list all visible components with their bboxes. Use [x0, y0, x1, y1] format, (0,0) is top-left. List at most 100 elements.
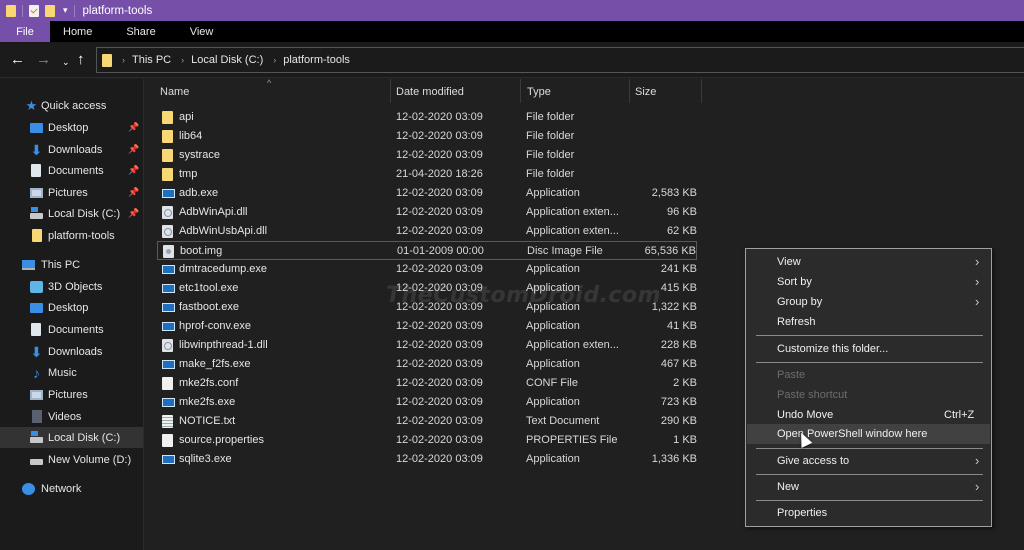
address-bar[interactable]: › This PC › Local Disk (C:) › platform-t… [96, 47, 1024, 73]
breadcrumb-this-pc[interactable]: This PC [132, 54, 171, 66]
navigation-bar: ← → ⌄ ↑ › This PC › Local Disk (C:) › pl… [0, 42, 1024, 78]
menu-item-label: Undo Move [777, 409, 834, 421]
folder-icon [162, 168, 173, 181]
sidebar-item-this-pc[interactable]: This PC [0, 254, 143, 275]
sidebar-item-local-disk-c[interactable]: Local Disk (C:) 📌 [0, 203, 143, 224]
file-row[interactable]: boot.img 01-01-2009 00:00 Disc Image File 6… [157, 241, 697, 260]
tab-share[interactable]: Share [109, 21, 172, 42]
sidebar-item-downloads[interactable]: ⬇ Downloads 📌 [0, 139, 143, 160]
file-row[interactable]: source.properties 12-02-2020 03:09 PROPERT… [157, 431, 697, 450]
file-row[interactable]: api 12-02-2020 03:09 File folder [157, 108, 697, 127]
menu-item-customize-this-folder[interactable]: Customize this folder... [747, 339, 990, 359]
menu-item-undo-move[interactable]: Undo Move Ctrl+Z [747, 405, 990, 425]
file-row[interactable]: systrace 12-02-2020 03:09 File folder [157, 146, 697, 165]
back-arrow-icon[interactable]: ← [10, 51, 25, 69]
file-row[interactable]: NOTICE.txt 12-02-2020 03:09 Text Document 2… [157, 412, 697, 431]
file-row[interactable]: AdbWinApi.dll 12-02-2020 03:09 Application… [157, 203, 697, 222]
menu-item-new[interactable]: New › [747, 477, 990, 497]
file-row[interactable]: mke2fs.conf 12-02-2020 03:09 CONF File 2 KB [157, 374, 697, 393]
pin-icon[interactable]: 📌 [128, 187, 139, 198]
file-row[interactable]: tmp 21-04-2020 18:26 File folder [157, 165, 697, 184]
menu-separator [756, 335, 983, 336]
breadcrumb-local-disk[interactable]: Local Disk (C:) [191, 54, 263, 66]
menu-item-view[interactable]: View › [747, 252, 990, 272]
sidebar-item-pictures[interactable]: Pictures 📌 [0, 182, 143, 203]
keyboard-shortcut: Ctrl+Z [944, 409, 975, 421]
menu-item-refresh[interactable]: Refresh [747, 312, 990, 332]
chevron-right-icon[interactable]: › [181, 55, 184, 65]
chevron-right-icon: › [975, 479, 980, 494]
sidebar-item-downloads[interactable]: ⬇ Downloads [0, 341, 143, 362]
file-date-modified: 12-02-2020 03:09 [396, 187, 483, 199]
recent-locations-chevron-icon[interactable]: ⌄ [62, 53, 70, 71]
file-row[interactable]: make_f2fs.exe 12-02-2020 03:09 Application… [157, 355, 697, 374]
file-size: 62 KB [667, 225, 697, 237]
file-date-modified: 12-02-2020 03:09 [396, 453, 483, 465]
column-header-type[interactable]: Type [527, 79, 551, 104]
sidebar-item-documents[interactable]: Documents [0, 319, 143, 340]
sidebar-item-desktop[interactable]: Desktop 📌 [0, 117, 143, 138]
file-icon [162, 377, 173, 390]
sidebar-item-music[interactable]: ♪ Music [0, 362, 143, 383]
application-icon [162, 455, 175, 464]
file-name: systrace [179, 149, 220, 161]
menu-item-group-by[interactable]: Group by › [747, 292, 990, 312]
menu-item-properties[interactable]: Properties [747, 503, 990, 523]
menu-item-sort-by[interactable]: Sort by › [747, 272, 990, 292]
file-row[interactable]: fastboot.exe 12-02-2020 03:09 Application 1… [157, 298, 697, 317]
folder-icon [102, 53, 112, 67]
file-row[interactable]: dmtracedump.exe 12-02-2020 03:09 Applicati… [157, 260, 697, 279]
file-row[interactable]: AdbWinUsbApi.dll 12-02-2020 03:09 Applicat… [157, 222, 697, 241]
window-title: platform-tools [82, 4, 153, 17]
sidebar-item-new-volume-d[interactable]: New Volume (D:) [0, 449, 143, 470]
column-divider[interactable] [390, 79, 391, 103]
sidebar-item-platform-tools[interactable]: platform-tools [0, 225, 143, 246]
up-arrow-icon[interactable]: ↑ [77, 51, 85, 69]
column-header-size[interactable]: Size [635, 79, 656, 104]
forward-arrow-icon[interactable]: → [36, 51, 51, 69]
pin-icon[interactable]: 📌 [128, 165, 139, 176]
menu-item-give-access-to[interactable]: Give access to › [747, 451, 990, 471]
folder-icon [162, 149, 173, 162]
pictures-icon [30, 187, 43, 198]
sidebar-item-quick-access[interactable]: ★ Quick access [0, 95, 143, 116]
sidebar-item-3d-objects[interactable]: 3D Objects [0, 276, 143, 297]
breadcrumb-platform-tools[interactable]: platform-tools [283, 54, 350, 66]
file-name: sqlite3.exe [179, 453, 232, 465]
tab-home[interactable]: Home [50, 21, 109, 42]
sidebar-item-local-disk-c[interactable]: Local Disk (C:) [0, 427, 143, 448]
sidebar-item-desktop[interactable]: Desktop [0, 297, 143, 318]
pin-icon[interactable]: 📌 [128, 144, 139, 155]
file-row[interactable]: mke2fs.exe 12-02-2020 03:09 Application 723… [157, 393, 697, 412]
file-row[interactable]: sqlite3.exe 12-02-2020 03:09 Application 1,… [157, 450, 697, 469]
file-row[interactable]: lib64 12-02-2020 03:09 File folder [157, 127, 697, 146]
pin-icon[interactable]: 📌 [128, 208, 139, 219]
sidebar-item-videos[interactable]: Videos [0, 406, 143, 427]
column-divider[interactable] [520, 79, 521, 103]
menu-item-label: Paste shortcut [777, 389, 848, 401]
music-icon: ♪ [33, 364, 40, 381]
application-icon [162, 284, 175, 293]
tab-file[interactable]: File [0, 21, 50, 42]
sidebar-item-pictures[interactable]: Pictures [0, 384, 143, 405]
chevron-right-icon[interactable]: › [122, 55, 125, 65]
file-type: Application [526, 320, 580, 332]
column-header-name[interactable]: Name [160, 79, 189, 104]
file-row[interactable]: etc1tool.exe 12-02-2020 03:09 Application 4… [157, 279, 697, 298]
file-row[interactable]: hprof-conv.exe 12-02-2020 03:09 Applicatio… [157, 317, 697, 336]
sidebar-item-documents[interactable]: Documents 📌 [0, 160, 143, 181]
properties-icon[interactable] [29, 4, 39, 17]
column-divider[interactable] [629, 79, 630, 103]
column-header-date-modified[interactable]: Date modified [396, 79, 464, 104]
customize-dropdown-icon[interactable]: ▾ [63, 6, 68, 15]
chevron-right-icon[interactable]: › [273, 55, 276, 65]
new-folder-icon[interactable] [45, 4, 55, 17]
pin-icon[interactable]: 📌 [128, 122, 139, 133]
sidebar-item-network[interactable]: Network [0, 478, 143, 499]
file-row[interactable]: libwinpthread-1.dll 12-02-2020 03:09 Appli… [157, 336, 697, 355]
column-divider[interactable] [701, 79, 702, 103]
menu-item-label: Sort by [777, 276, 812, 288]
menu-item-open-powershell-window-here[interactable]: Open PowerShell window here [747, 424, 990, 444]
tab-view[interactable]: View [173, 21, 231, 42]
file-row[interactable]: adb.exe 12-02-2020 03:09 Application 2,583 … [157, 184, 697, 203]
